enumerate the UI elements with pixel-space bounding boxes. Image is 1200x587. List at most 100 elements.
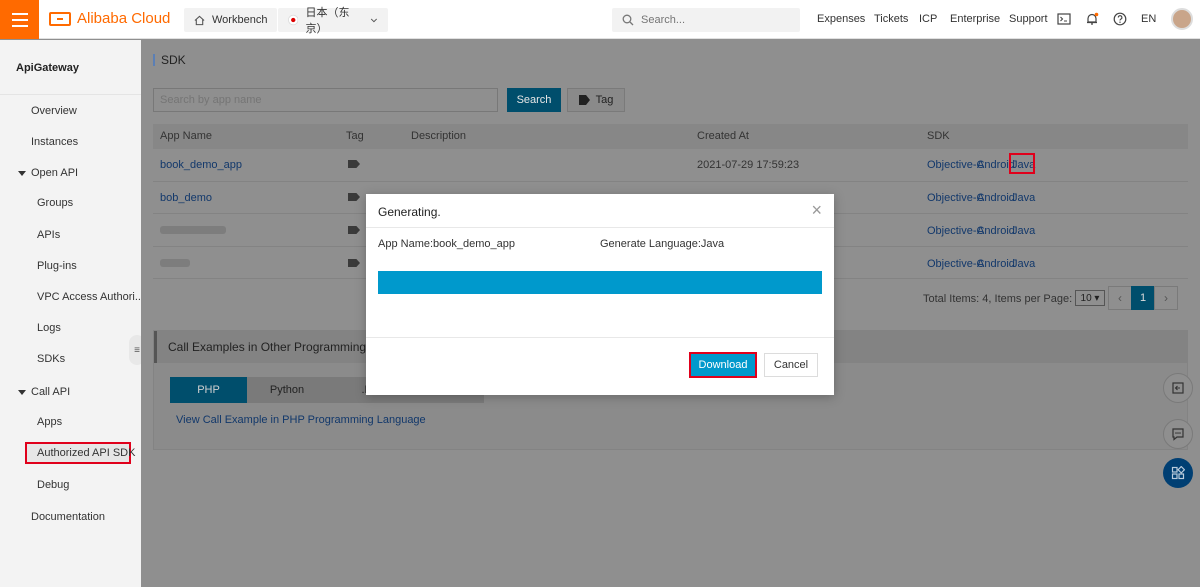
- page-size-select[interactable]: 10 ▾: [1075, 290, 1105, 306]
- link-expenses[interactable]: Expenses: [817, 13, 865, 25]
- col-description: Description: [411, 130, 467, 142]
- app-name-search-input[interactable]: [153, 88, 498, 112]
- feedback-button[interactable]: [1163, 373, 1193, 403]
- chat-icon: [1172, 428, 1184, 441]
- avatar[interactable]: [1171, 8, 1193, 30]
- link-support[interactable]: Support: [1009, 13, 1048, 25]
- tag-icon: [578, 95, 590, 105]
- tag-icon[interactable]: [348, 259, 360, 267]
- sdk-android-link[interactable]: Android: [977, 192, 1015, 204]
- app-name-link[interactable]: book_demo_app: [160, 159, 242, 171]
- workbench-label: Workbench: [212, 14, 268, 26]
- sidebar-item-groups[interactable]: Groups: [37, 197, 73, 209]
- tab-python[interactable]: Python: [247, 377, 327, 403]
- java-link-highlight: [1009, 153, 1035, 174]
- page-title: SDK: [161, 53, 186, 67]
- link-icp[interactable]: ICP: [919, 13, 937, 25]
- pager-prev-button[interactable]: ‹: [1108, 286, 1132, 310]
- link-tickets[interactable]: Tickets: [874, 13, 908, 25]
- table-header: [153, 124, 1188, 149]
- breadcrumb-bar: [153, 54, 155, 66]
- terminal-icon[interactable]: [1057, 12, 1071, 26]
- global-search[interactable]: [612, 8, 800, 32]
- chat-button[interactable]: [1163, 419, 1193, 449]
- close-icon[interactable]: ×: [811, 201, 822, 219]
- apps-button[interactable]: [1163, 458, 1193, 488]
- sdk-java-link[interactable]: Java: [1012, 225, 1035, 237]
- dialog-footer-divider: [366, 337, 834, 338]
- sdk-android-link[interactable]: Android: [977, 225, 1015, 237]
- sidebar-item-documentation[interactable]: Documentation: [31, 511, 105, 523]
- view-call-example-link[interactable]: View Call Example in PHP Programming Lan…: [176, 414, 426, 426]
- link-enterprise[interactable]: Enterprise: [950, 13, 1000, 25]
- grid-apps-icon: [1171, 466, 1185, 480]
- chevron-down-icon: [370, 18, 378, 22]
- sidebar: ApiGateway Overview Instances Open API G…: [0, 40, 145, 587]
- tag-button-label: Tag: [595, 94, 614, 106]
- workbench-button[interactable]: Workbench: [184, 8, 278, 32]
- menu-icon[interactable]: [0, 0, 39, 39]
- help-icon[interactable]: [1113, 12, 1127, 26]
- caret-down-icon[interactable]: [18, 171, 26, 176]
- pager-next-button[interactable]: ›: [1154, 286, 1178, 310]
- caret-down-icon[interactable]: [18, 390, 26, 395]
- region-label: 日本（东京）: [305, 7, 350, 35]
- progress-fill: [378, 271, 822, 294]
- tag-icon[interactable]: [348, 193, 360, 201]
- sidebar-item-sdks[interactable]: SDKs: [37, 353, 65, 365]
- sidebar-item-logs[interactable]: Logs: [37, 322, 61, 334]
- sidebar-item-authorized-api-sdk[interactable]: Authorized API SDK: [37, 447, 135, 459]
- sidebar-item-overview[interactable]: Overview: [31, 105, 77, 117]
- sidebar-item-plugins[interactable]: Plug-ins: [37, 260, 77, 272]
- tab-php[interactable]: PHP: [170, 377, 247, 403]
- bell-icon[interactable]: [1085, 12, 1099, 26]
- top-bar: Alibaba Cloud Workbench 日本（东京） Expenses …: [0, 0, 1200, 39]
- sdk-java-link[interactable]: Java: [1012, 258, 1035, 270]
- dialog-divider: [366, 227, 834, 228]
- sdk-java-link[interactable]: Java: [1012, 192, 1035, 204]
- sidebar-group-open-api[interactable]: Open API: [31, 167, 78, 179]
- pager-current-page[interactable]: 1: [1131, 286, 1155, 310]
- sidebar-divider: [0, 94, 141, 95]
- language-switch[interactable]: EN: [1141, 13, 1156, 25]
- app-name-link[interactable]: bob_demo: [160, 192, 212, 204]
- col-app-name: App Name: [160, 130, 212, 142]
- page-size-value: 10: [1080, 292, 1092, 304]
- japan-flag-icon: [288, 14, 299, 26]
- sdk-objective-c-link[interactable]: Objective-C: [927, 225, 984, 237]
- tag-button[interactable]: Tag: [567, 88, 625, 112]
- download-button[interactable]: Download: [689, 352, 757, 378]
- sidebar-item-vpc-access[interactable]: VPC Access Authori...: [37, 291, 144, 303]
- search-icon: [622, 14, 634, 26]
- redacted-app-name: [160, 259, 190, 267]
- sdk-objective-c-link[interactable]: Objective-C: [927, 159, 984, 171]
- sdk-objective-c-link[interactable]: Objective-C: [927, 192, 984, 204]
- alibaba-cloud-logo-icon: [49, 11, 71, 26]
- col-created-at: Created At: [697, 130, 749, 142]
- brand-logo[interactable]: Alibaba Cloud: [49, 10, 170, 27]
- search-button[interactable]: Search: [507, 88, 561, 112]
- sidebar-item-apis[interactable]: APIs: [37, 229, 60, 241]
- region-selector[interactable]: 日本（东京）: [278, 7, 388, 35]
- progress-bar: [378, 271, 822, 294]
- breadcrumb: SDK: [153, 53, 186, 67]
- sidebar-item-apps[interactable]: Apps: [37, 416, 62, 428]
- sidebar-group-call-api[interactable]: Call API: [31, 386, 70, 398]
- col-sdk: SDK: [927, 130, 950, 142]
- created-at: 2021-07-29 17:59:23: [697, 159, 800, 171]
- sidebar-item-debug[interactable]: Debug: [37, 479, 69, 491]
- sdk-objective-c-link[interactable]: Objective-C: [927, 258, 984, 270]
- exit-panel-icon: [1172, 382, 1184, 394]
- pager-info: Total Items: 4, Items per Page: 10: [923, 293, 1088, 305]
- redacted-app-name: [160, 226, 226, 234]
- tag-icon[interactable]: [348, 160, 360, 168]
- download-button-label: Download: [693, 356, 753, 374]
- brand-name: Alibaba Cloud: [77, 10, 171, 27]
- dialog-language: Generate Language:Java: [600, 238, 725, 250]
- cancel-button[interactable]: Cancel: [764, 353, 818, 377]
- dialog-app-name: App Name:book_demo_app: [378, 238, 515, 250]
- sdk-android-link[interactable]: Android: [977, 258, 1015, 270]
- sidebar-item-instances[interactable]: Instances: [31, 136, 78, 148]
- tag-icon[interactable]: [348, 226, 360, 234]
- global-search-input[interactable]: [641, 14, 781, 26]
